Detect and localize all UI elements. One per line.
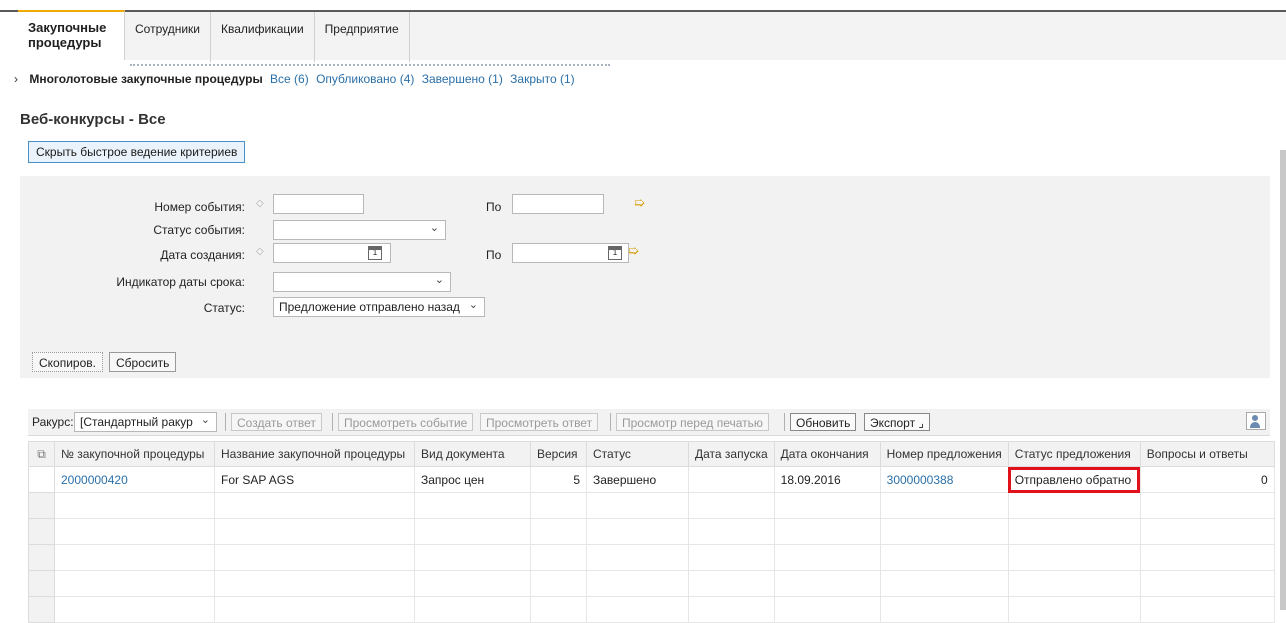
column-header[interactable]: Дата окончания <box>773 441 881 467</box>
qa-cell: 0 <box>1139 466 1275 493</box>
created-date-label: Дата создания: <box>160 248 245 262</box>
subnav: › Многолотовые закупочные процедуры Все … <box>14 72 579 86</box>
doc-type-cell: Запрос цен <box>414 466 531 493</box>
hide-criteria-button[interactable]: Скрыть быстрое ведение критериев <box>28 141 246 163</box>
vertical-scrollbar[interactable] <box>1280 150 1286 610</box>
row-selector[interactable] <box>28 544 55 571</box>
copy-button[interactable]: Скопиров. <box>32 352 103 372</box>
subnav-current: Многолотовые закупочные процедуры <box>29 72 263 86</box>
offer-number-cell: 3000000388 <box>879 466 1009 493</box>
toolbar-separator <box>784 413 785 431</box>
tab-employees[interactable]: Сотрудники <box>125 12 211 62</box>
procedure-number-cell: 2000000420 <box>54 466 215 493</box>
arrow-right-icon[interactable]: ➯ <box>634 195 645 211</box>
toolbar-separator <box>610 413 611 431</box>
search-criteria-panel: Номер события: ◇ По ➯ Статус события: ⌄ … <box>20 176 1270 378</box>
print-preview-button[interactable]: Просмотр перед печатью <box>616 413 769 431</box>
column-header[interactable]: Название закупочной процедуры <box>214 441 415 467</box>
table-toolbar: Ракурс: [Стандартный ракур ⌄ Создать отве… <box>28 409 1270 436</box>
view-label: Ракурс: <box>32 415 74 429</box>
toolbar-separator <box>332 413 333 431</box>
reset-button[interactable]: Сбросить <box>109 352 177 372</box>
chevron-down-icon: ⌄ <box>429 222 439 234</box>
column-header[interactable]: Статус <box>586 441 689 467</box>
start-date-cell <box>688 466 775 493</box>
column-header[interactable]: № закупочной процедуры <box>54 441 215 467</box>
chevron-down-icon: ⌄ <box>434 274 444 286</box>
event-number-label: Номер события: <box>154 200 245 214</box>
table-header-row: ⧉ № закупочной процедуры Название закупо… <box>28 441 1275 467</box>
view-event-button[interactable]: Просмотреть событие <box>338 413 474 431</box>
table-row[interactable]: 2000000420 For SAP AGS Запрос цен 5 Заве… <box>28 466 1275 493</box>
personalize-icon[interactable] <box>1246 412 1266 430</box>
top-bar <box>0 0 1286 12</box>
toolbar-separator <box>225 413 226 431</box>
diamond-icon: ◇ <box>256 198 264 209</box>
event-number-from-input[interactable] <box>273 194 364 214</box>
offer-status-cell: Отправлено обратно <box>1007 466 1141 493</box>
column-header[interactable]: Вопросы и ответы <box>1139 441 1275 467</box>
subnav-link-closed[interactable]: Закрыто (1) <box>510 72 575 86</box>
tab-procurement[interactable]: Закупочные процедуры <box>18 10 125 60</box>
status-label: Статус: <box>203 301 245 315</box>
column-header[interactable]: Версия <box>530 441 587 467</box>
diamond-icon: ◇ <box>256 246 264 257</box>
status-select-value: Предложение отправлено назад <box>279 300 460 314</box>
deadline-indicator-label: Индикатор даты срока: <box>116 275 245 289</box>
to-label: По <box>486 200 502 214</box>
column-header[interactable]: Дата запуска <box>688 441 775 467</box>
view-response-button[interactable]: Просмотреть ответ <box>480 413 599 431</box>
tab-qualifications[interactable]: Квалификации <box>211 12 315 62</box>
table-row-empty <box>28 544 1275 571</box>
create-response-button[interactable]: Создать ответ <box>231 413 322 431</box>
column-header[interactable]: Статус предложения <box>1007 441 1141 467</box>
event-number-to-input[interactable] <box>512 194 604 214</box>
row-selector[interactable] <box>28 596 55 623</box>
view-select-value: [Стандартный ракур <box>80 415 193 429</box>
row-selector[interactable] <box>28 492 55 519</box>
calendar-icon[interactable]: 1 <box>608 246 622 260</box>
status-cell: Завершено <box>586 466 689 493</box>
end-date-cell: 18.09.2016 <box>773 466 881 493</box>
row-selector[interactable] <box>28 570 55 597</box>
row-selector[interactable] <box>28 466 55 493</box>
version-cell: 5 <box>530 466 587 493</box>
to-label: По <box>486 248 502 262</box>
procedure-name-cell: For SAP AGS <box>214 466 415 493</box>
arrow-right-icon[interactable]: ➯ <box>628 243 639 259</box>
chevron-down-icon: ⌄ <box>468 299 478 311</box>
refresh-button[interactable]: Обновить <box>790 413 857 431</box>
table-row-empty <box>28 570 1275 597</box>
calendar-icon[interactable]: 1 <box>368 246 382 260</box>
subnav-hidden-row <box>130 60 610 66</box>
event-status-label: Статус события: <box>153 223 245 237</box>
row-selector[interactable] <box>28 518 55 545</box>
deadline-indicator-select[interactable]: ⌄ <box>273 272 451 292</box>
column-header[interactable]: Вид документа <box>414 441 531 467</box>
chevron-down-icon: ⌄ <box>200 414 210 426</box>
view-select[interactable]: [Стандартный ракур ⌄ <box>74 412 217 432</box>
tab-company[interactable]: Предприятие <box>315 12 410 62</box>
table-row-empty <box>28 492 1275 519</box>
subnav-link-published[interactable]: Опубликовано (4) <box>316 72 414 86</box>
export-button[interactable]: Экспорт ⌟ <box>864 413 931 431</box>
export-label: Экспорт <box>870 416 916 430</box>
page-title: Веб-конкурсы - Все <box>20 111 166 128</box>
status-select[interactable]: Предложение отправлено назад ⌄ <box>273 297 485 317</box>
offer-number-link[interactable]: 3000000388 <box>887 473 954 487</box>
subnav-link-all[interactable]: Все (6) <box>270 72 309 86</box>
main-tabs: Закупочные процедуры Сотрудники Квалифик… <box>18 10 410 62</box>
chevron-right-icon[interactable]: › <box>14 72 26 86</box>
table-row-empty <box>28 596 1275 623</box>
column-header[interactable]: Номер предложения <box>879 441 1009 467</box>
procedures-table: ⧉ № закупочной процедуры Название закупо… <box>28 441 1275 623</box>
procedure-number-link[interactable]: 2000000420 <box>61 473 128 487</box>
table-row-empty <box>28 518 1275 545</box>
subnav-link-completed[interactable]: Завершено (1) <box>422 72 503 86</box>
event-status-select[interactable]: ⌄ <box>273 220 446 240</box>
select-all-icon[interactable]: ⧉ <box>28 441 55 467</box>
